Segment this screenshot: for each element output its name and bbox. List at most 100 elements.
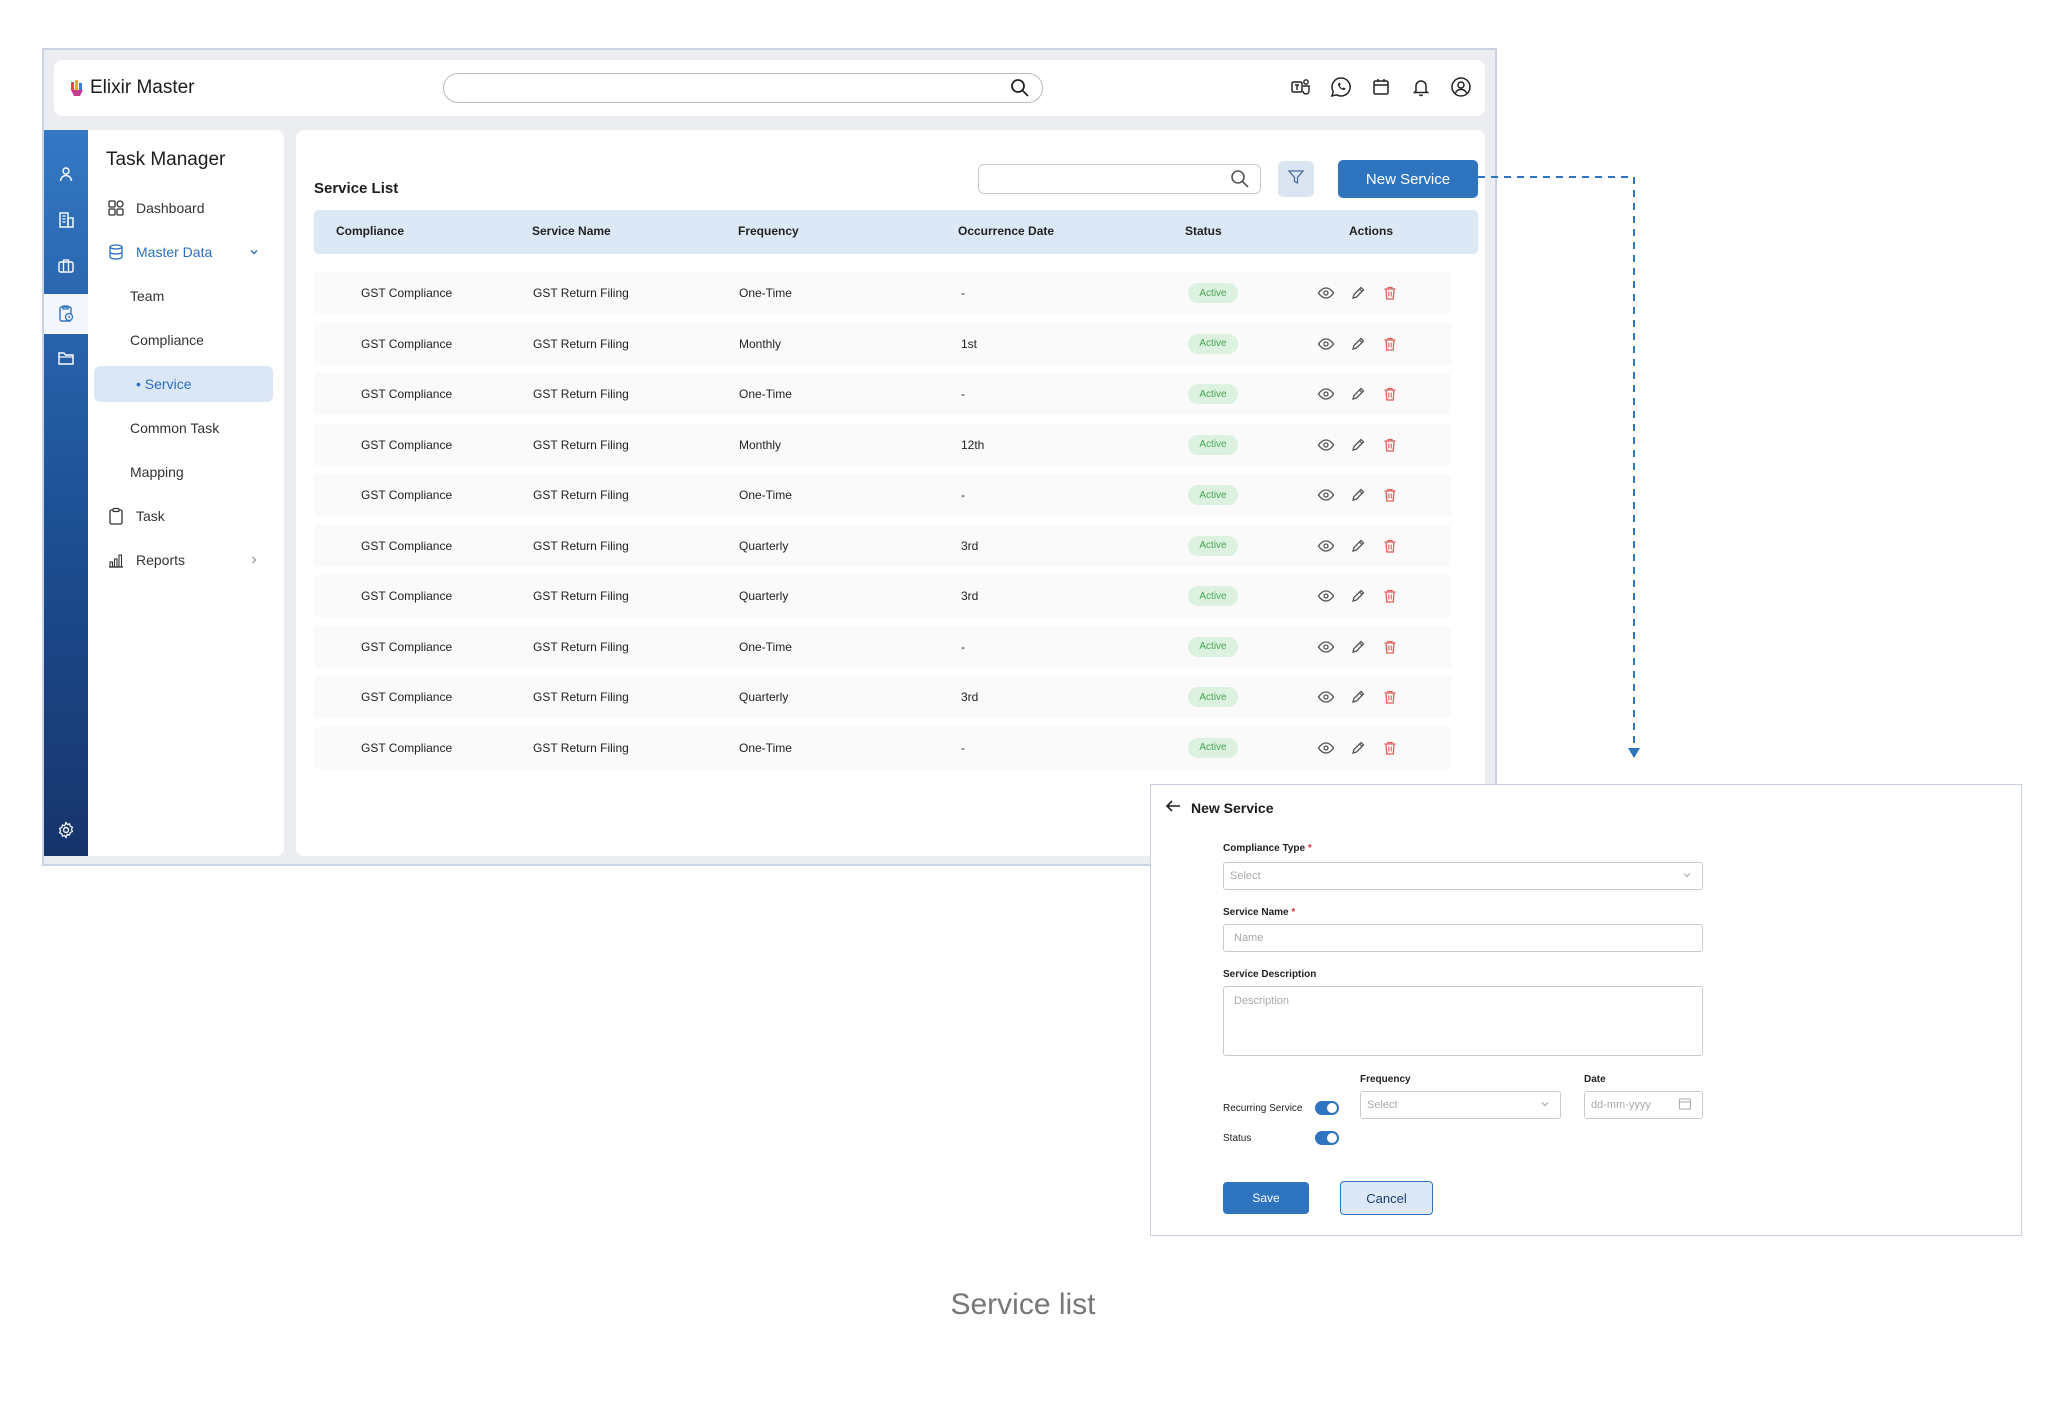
column-header[interactable]: Occurrence Date xyxy=(958,224,1054,238)
cancel-button[interactable]: Cancel xyxy=(1340,1181,1433,1215)
service-name-input[interactable]: Name xyxy=(1223,924,1703,952)
nav-item-reports[interactable]: Reports xyxy=(94,542,273,578)
view-eye-icon[interactable] xyxy=(1317,385,1335,403)
row-actions xyxy=(1317,284,1399,302)
chevron-right-icon[interactable] xyxy=(249,552,259,568)
table-row[interactable]: GST Compliance GST Return Filing Monthly 12… xyxy=(314,423,1451,466)
edit-pencil-icon[interactable] xyxy=(1349,537,1367,555)
nav-item-team[interactable]: Team xyxy=(94,278,273,314)
view-eye-icon[interactable] xyxy=(1317,335,1335,353)
frequency-select[interactable]: Select xyxy=(1360,1091,1561,1119)
delete-trash-icon[interactable] xyxy=(1381,385,1399,403)
bell-icon[interactable] xyxy=(1409,75,1433,99)
table-row[interactable]: GST Compliance GST Return Filing One-Time -… xyxy=(314,726,1451,769)
edit-pencil-icon[interactable] xyxy=(1349,284,1367,302)
service-description-textarea[interactable]: Description xyxy=(1223,986,1703,1056)
teams-icon[interactable] xyxy=(1289,75,1313,99)
table-row[interactable]: GST Compliance GST Return Filing Monthly 1s… xyxy=(314,322,1451,365)
nav-item-mapping[interactable]: Mapping xyxy=(94,454,273,490)
delete-trash-icon[interactable] xyxy=(1381,436,1399,454)
delete-trash-icon[interactable] xyxy=(1381,335,1399,353)
folder-icon[interactable] xyxy=(54,346,78,370)
status-toggle[interactable] xyxy=(1315,1131,1339,1145)
search-icon[interactable] xyxy=(1230,169,1250,194)
brand[interactable]: Elixir Master xyxy=(70,75,195,101)
compliance-type-select[interactable]: Select xyxy=(1223,862,1703,890)
table-row[interactable]: GST Compliance GST Return Filing One-Time -… xyxy=(314,625,1451,668)
user-icon[interactable] xyxy=(54,162,78,186)
view-eye-icon[interactable] xyxy=(1317,587,1335,605)
new-service-button[interactable]: New Service xyxy=(1338,160,1478,198)
building-icon[interactable] xyxy=(54,208,78,232)
whatsapp-icon[interactable] xyxy=(1329,75,1353,99)
delete-trash-icon[interactable] xyxy=(1381,739,1399,757)
delete-trash-icon[interactable] xyxy=(1381,638,1399,656)
view-eye-icon[interactable] xyxy=(1317,486,1335,504)
edit-pencil-icon[interactable] xyxy=(1349,486,1367,504)
database-icon xyxy=(106,242,126,262)
calendar-icon[interactable] xyxy=(1678,1097,1692,1114)
status-badge: Active xyxy=(1188,737,1238,758)
settings-gear-icon[interactable] xyxy=(54,818,78,842)
save-button[interactable]: Save xyxy=(1223,1182,1309,1214)
select-placeholder: Select xyxy=(1367,1099,1398,1111)
nav-item-label: Compliance xyxy=(130,332,204,348)
search-icon[interactable] xyxy=(1010,78,1030,103)
table-row[interactable]: GST Compliance GST Return Filing Quarterly… xyxy=(314,676,1451,718)
view-eye-icon[interactable] xyxy=(1317,537,1335,555)
user-circle-icon[interactable] xyxy=(1449,75,1473,99)
top-icons xyxy=(1289,75,1473,99)
table-row[interactable]: GST Compliance GST Return Filing One-Time -… xyxy=(314,474,1451,516)
back-arrow-icon[interactable] xyxy=(1165,799,1181,816)
nav-item-task[interactable]: Task xyxy=(94,498,273,534)
service-list-panel: Service List New Service Compliance Serv… xyxy=(296,130,1485,856)
table-row[interactable]: GST Compliance GST Return Filing One-Time -… xyxy=(314,373,1451,415)
calendar-icon[interactable] xyxy=(1369,75,1393,99)
global-search-input[interactable] xyxy=(443,73,1043,103)
date-input[interactable]: dd-mm-yyyy xyxy=(1584,1091,1703,1119)
delete-trash-icon[interactable] xyxy=(1381,688,1399,706)
edit-pencil-icon[interactable] xyxy=(1349,638,1367,656)
status-badge: Active xyxy=(1188,687,1238,707)
task-clock-icon[interactable] xyxy=(44,294,88,334)
filter-button[interactable] xyxy=(1278,161,1314,197)
service-search-input[interactable] xyxy=(978,164,1261,194)
delete-trash-icon[interactable] xyxy=(1381,587,1399,605)
delete-trash-icon[interactable] xyxy=(1381,537,1399,555)
recurring-service-toggle[interactable] xyxy=(1315,1101,1339,1115)
nav-item-master-data[interactable]: Master Data xyxy=(94,234,273,270)
textarea-placeholder: Description xyxy=(1234,995,1290,1007)
briefcase-icon[interactable] xyxy=(54,254,78,278)
delete-trash-icon[interactable] xyxy=(1381,486,1399,504)
nav-item-compliance[interactable]: Compliance xyxy=(94,322,273,358)
view-eye-icon[interactable] xyxy=(1317,436,1335,454)
column-header[interactable]: Status xyxy=(1185,224,1222,238)
edit-pencil-icon[interactable] xyxy=(1349,335,1367,353)
edit-pencil-icon[interactable] xyxy=(1349,587,1367,605)
cell-compliance: GST Compliance xyxy=(361,336,453,351)
view-eye-icon[interactable] xyxy=(1317,284,1335,302)
row-actions xyxy=(1317,436,1399,454)
edit-pencil-icon[interactable] xyxy=(1349,385,1367,403)
view-eye-icon[interactable] xyxy=(1317,688,1335,706)
nav-item-common-task[interactable]: Common Task xyxy=(94,410,273,446)
table-row[interactable]: GST Compliance GST Return Filing Quarterly… xyxy=(314,575,1451,617)
nav-item-dashboard[interactable]: Dashboard xyxy=(94,190,273,226)
cell-service-name: GST Return Filing xyxy=(533,639,629,654)
status-badge: Active xyxy=(1188,283,1238,303)
column-header[interactable]: Compliance xyxy=(336,224,404,238)
edit-pencil-icon[interactable] xyxy=(1349,739,1367,757)
nav-item-service[interactable]: • Service xyxy=(94,366,273,402)
table-row[interactable]: GST Compliance GST Return Filing One-Time -… xyxy=(314,272,1451,314)
row-actions xyxy=(1317,688,1399,706)
status-badge: Active xyxy=(1188,384,1238,404)
delete-trash-icon[interactable] xyxy=(1381,284,1399,302)
column-header[interactable]: Frequency xyxy=(738,224,799,238)
chevron-down-icon[interactable] xyxy=(249,244,259,260)
edit-pencil-icon[interactable] xyxy=(1349,688,1367,706)
table-row[interactable]: GST Compliance GST Return Filing Quarterly… xyxy=(314,524,1451,567)
view-eye-icon[interactable] xyxy=(1317,638,1335,656)
view-eye-icon[interactable] xyxy=(1317,739,1335,757)
column-header[interactable]: Service Name xyxy=(532,224,611,238)
edit-pencil-icon[interactable] xyxy=(1349,436,1367,454)
